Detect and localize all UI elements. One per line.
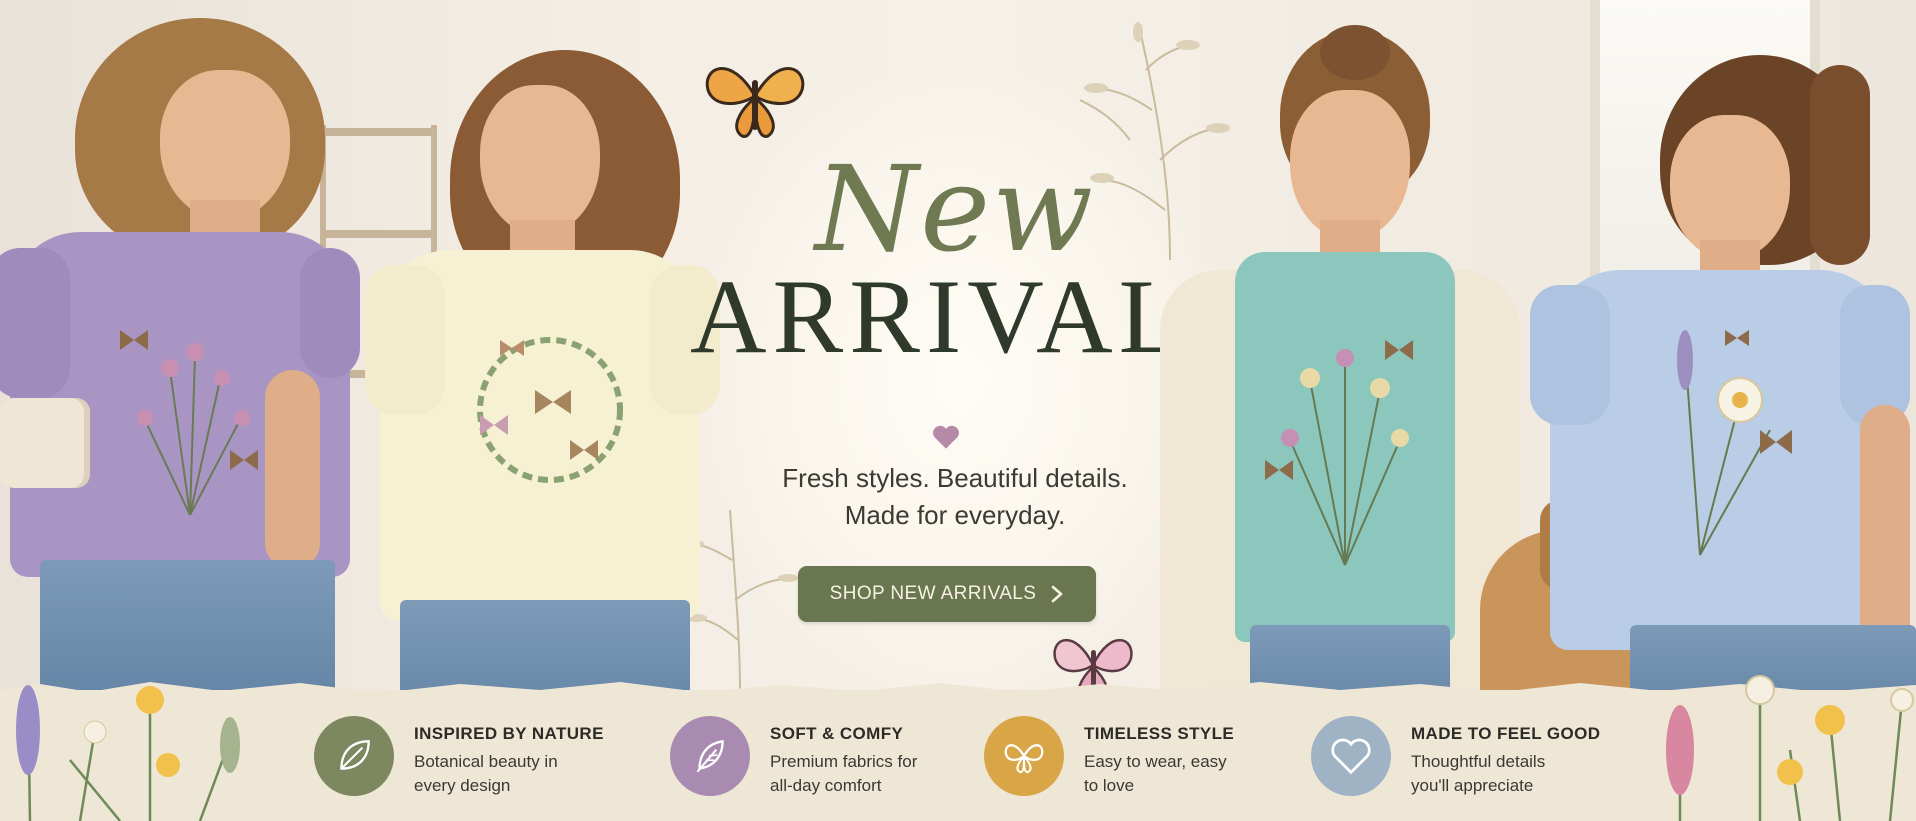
hero-banner: New ARRIVALS Fresh styles. Beautiful det…	[0, 0, 1916, 821]
chevron-right-icon	[1052, 585, 1063, 603]
feature-title: TIMELESS STYLE	[1084, 724, 1235, 743]
wildflower-bouquet-print	[1265, 340, 1413, 566]
leaf-icon	[314, 716, 394, 796]
wildflowers-right-illustration	[1666, 675, 1914, 821]
feature-title: SOFT & COMFY	[770, 724, 904, 743]
tagline-line-2: Made for everyday.	[844, 500, 1066, 530]
model-blue-tee	[1520, 45, 1916, 715]
features-strip	[0, 690, 1916, 821]
coffee-mug	[0, 398, 90, 488]
model-cream-tee	[360, 40, 720, 720]
feature-desc-line-2: all-day comfort	[770, 776, 882, 795]
shop-new-arrivals-button[interactable]: SHOP NEW ARRIVALS	[798, 566, 1096, 622]
butterfly-wreath-print	[477, 337, 623, 483]
feature-title: MADE TO FEEL GOOD	[1411, 724, 1601, 743]
cta-label: SHOP NEW ARRIVALS	[829, 583, 1037, 604]
feature-desc-line-1: Botanical beauty in	[414, 752, 558, 771]
headline-script: New	[814, 140, 1096, 278]
model-lavender-tee	[0, 0, 370, 700]
feature-desc-line-2: you'll appreciate	[1411, 776, 1534, 795]
feature-made-to-feel-good: MADE TO FEEL GOOD Thoughtful details you…	[1311, 716, 1600, 798]
butterfly-icon	[984, 716, 1064, 796]
botanical-print	[120, 330, 258, 516]
butterfly-orange-illustration	[705, 67, 805, 138]
headline-block: New ARRIVALS	[690, 140, 1255, 375]
feature-desc-line-1: Easy to wear, easy	[1084, 752, 1227, 771]
wildflowers-left-illustration	[16, 685, 240, 821]
heart-icon	[933, 425, 959, 449]
ponytail	[1810, 65, 1870, 265]
model-mint-tank	[1150, 20, 1530, 715]
feature-timeless-style: TIMELESS STYLE Easy to wear, easy to lov…	[984, 716, 1234, 798]
feature-desc-line-1: Premium fabrics for	[770, 752, 918, 771]
feature-desc-line-2: every design	[414, 776, 511, 795]
feature-soft-and-comfy: SOFT & COMFY Premium fabrics for all-day…	[670, 716, 917, 798]
headline-main: ARRIVALS	[690, 258, 1255, 375]
feature-inspired-by-nature: INSPIRED BY NATURE Botanical beauty in e…	[314, 716, 604, 798]
feature-title: INSPIRED BY NATURE	[414, 724, 604, 743]
hair-bun	[1320, 25, 1390, 80]
tagline: Fresh styles. Beautiful details. Made fo…	[700, 460, 1210, 534]
tagline-line-1: Fresh styles. Beautiful details.	[782, 463, 1128, 493]
feather-icon	[670, 716, 750, 796]
daisy-lavender-print	[1677, 330, 1792, 556]
feature-desc-line-1: Thoughtful details	[1411, 752, 1546, 771]
feature-desc-line-2: to love	[1084, 776, 1135, 795]
heart-outline-icon	[1311, 716, 1391, 796]
